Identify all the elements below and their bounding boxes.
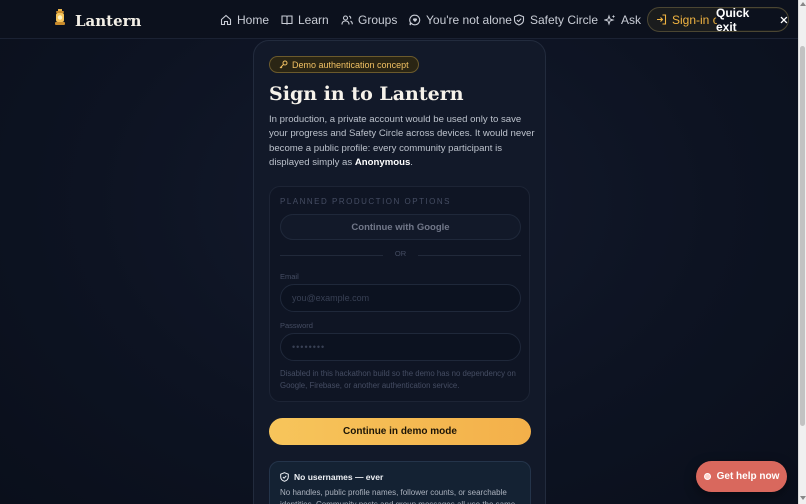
nav-groups-label: Groups (358, 12, 398, 27)
nav-ask-label: Ask (621, 12, 642, 27)
top-navigation-bar: Lantern Home Learn Groups You're not alo… (0, 0, 798, 39)
no-usernames-notice: No usernames — ever No handles, public p… (269, 461, 531, 504)
nav-learn[interactable]: Learn (281, 0, 329, 39)
nav-ask[interactable]: Ask (604, 0, 641, 39)
password-field: •••••••• (280, 333, 521, 361)
or-divider: OR (280, 249, 521, 261)
description-end: . (410, 156, 413, 168)
scrollbar[interactable] (798, 0, 806, 504)
close-icon (780, 16, 788, 23)
disabled-note: Disabled in this hackathon build so the … (280, 369, 516, 391)
notice-title: No usernames — ever (294, 472, 384, 482)
sign-in-button[interactable]: Sign-in co Quick exit (647, 7, 789, 32)
password-label: Password (280, 321, 313, 330)
scroll-up-arrow-icon[interactable] (800, 2, 806, 6)
scroll-down-arrow-icon[interactable] (800, 496, 806, 500)
book-icon (281, 14, 293, 25)
brand-link[interactable]: Lantern (53, 9, 141, 32)
users-icon (341, 14, 353, 25)
email-label: Email (280, 272, 299, 281)
home-icon (220, 14, 232, 25)
lantern-logo-icon (53, 9, 67, 32)
demo-badge-label: Demo authentication concept (292, 59, 409, 70)
or-label: OR (394, 249, 407, 258)
demo-badge: Demo authentication concept (269, 56, 419, 73)
page-title: Sign in to Lantern (269, 83, 464, 105)
chat-heart-icon (409, 14, 421, 25)
email-field: you@example.com (280, 284, 521, 312)
nav-home-label: Home (237, 12, 270, 27)
get-help-label: Get help now (716, 471, 780, 482)
nav-learn-label: Learn (298, 12, 329, 27)
nav-not-alone-label: You're not alone (426, 12, 512, 27)
quick-exit-button[interactable]: Quick exit (716, 7, 788, 32)
divider-line-right (418, 255, 521, 256)
brand-name: Lantern (75, 11, 142, 30)
nav-safety-circle-label: Safety Circle (530, 12, 599, 27)
continue-demo-button[interactable]: Continue in demo mode (269, 418, 531, 445)
options-heading: PLANNED PRODUCTION OPTIONS (280, 197, 452, 206)
sign-in-description: In production, a private account would b… (269, 113, 541, 170)
notice-body: No handles, public profile names, follow… (280, 488, 515, 504)
shield-icon (513, 13, 525, 26)
nav-home[interactable]: Home (220, 0, 269, 39)
nav-safety-circle[interactable]: Safety Circle (513, 0, 598, 39)
sign-in-icon (657, 14, 667, 25)
status-dot-icon (703, 473, 711, 480)
sign-in-card: Demo authentication concept Sign in to L… (253, 40, 546, 504)
key-icon (279, 60, 288, 69)
nav-not-alone[interactable]: You're not alone (409, 0, 512, 39)
nav-groups[interactable]: Groups (341, 0, 397, 39)
production-options-panel: PLANNED PRODUCTION OPTIONS Continue with… (269, 186, 530, 402)
google-sign-in-button: Continue with Google (280, 214, 521, 240)
anonymous-label: Anonymous (354, 156, 411, 168)
quick-exit-label: Quick exit (716, 7, 750, 32)
shield-check-icon (280, 472, 289, 482)
sparkle-icon (604, 13, 616, 26)
scrollbar-thumb[interactable] (800, 46, 805, 426)
get-help-button[interactable]: Get help now (696, 461, 787, 492)
